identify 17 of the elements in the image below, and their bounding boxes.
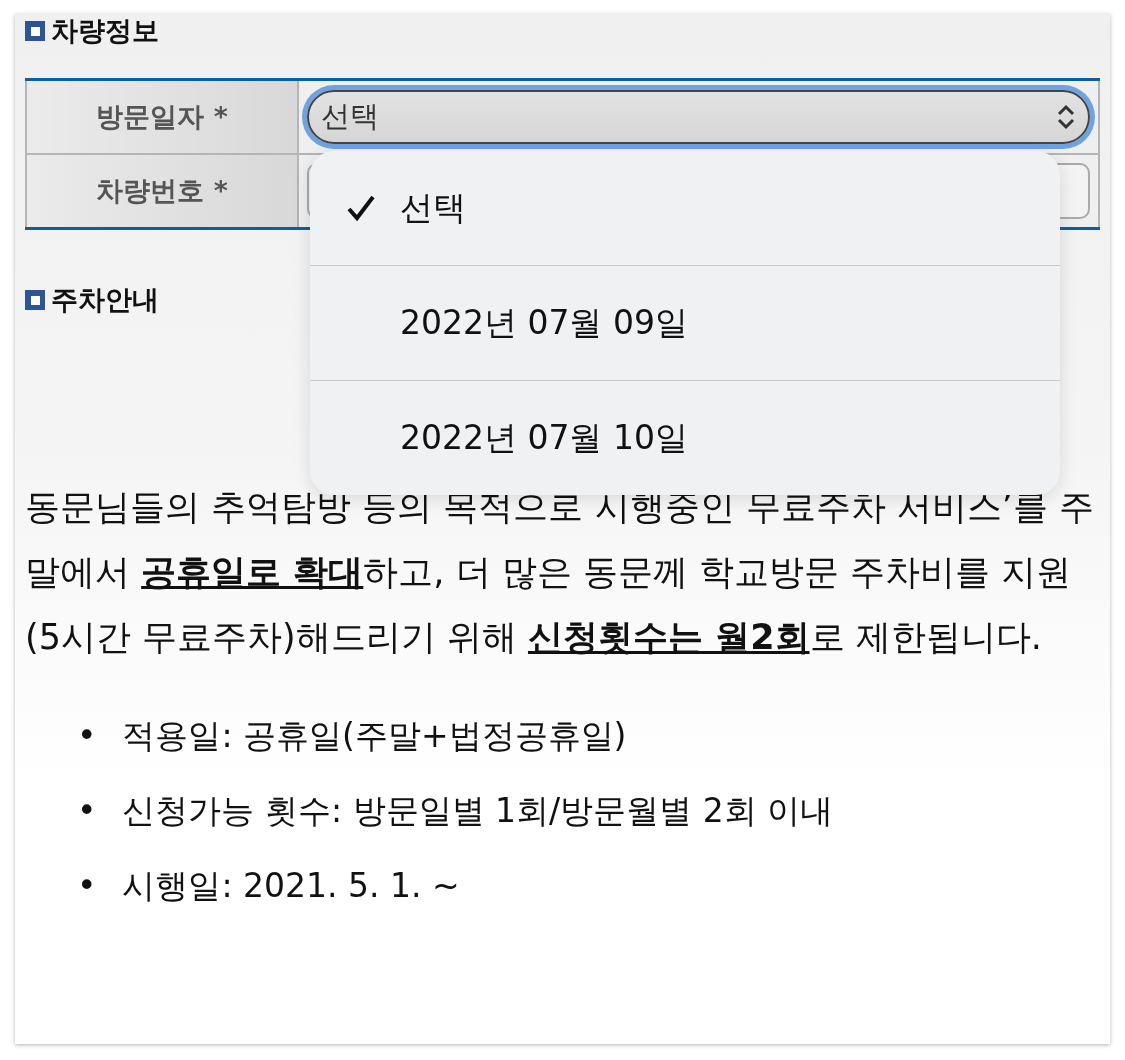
square-bullet-icon: [25, 21, 45, 41]
bullet-mark: •: [77, 865, 97, 907]
field-label: 방문일자 *: [26, 79, 298, 154]
bullet-item: 신청가능 횟수: 방문일별 1회/방문월별 2회 이내: [122, 790, 834, 832]
chevron-up-down-icon: [1056, 104, 1076, 130]
section-title: 주차안내: [51, 283, 159, 317]
bullet-mark: •: [77, 790, 97, 832]
field-label: 차량번호 *: [26, 154, 298, 229]
bullet-item: 시행일: 2021. 5. 1. ~: [122, 865, 460, 907]
bullet-mark: •: [77, 715, 97, 757]
dropdown-option[interactable]: 2022년 07월 09일: [310, 265, 1060, 380]
section-title: 차량정보: [51, 14, 159, 48]
checkmark-icon: [346, 193, 376, 223]
bullet-item: 적용일: 공휴일(주말+법정공휴일): [122, 715, 627, 757]
dropdown-option[interactable]: 2022년 07월 10일: [310, 380, 1060, 495]
square-bullet-icon: [25, 290, 45, 310]
dropdown-option[interactable]: 선택: [310, 151, 1060, 265]
